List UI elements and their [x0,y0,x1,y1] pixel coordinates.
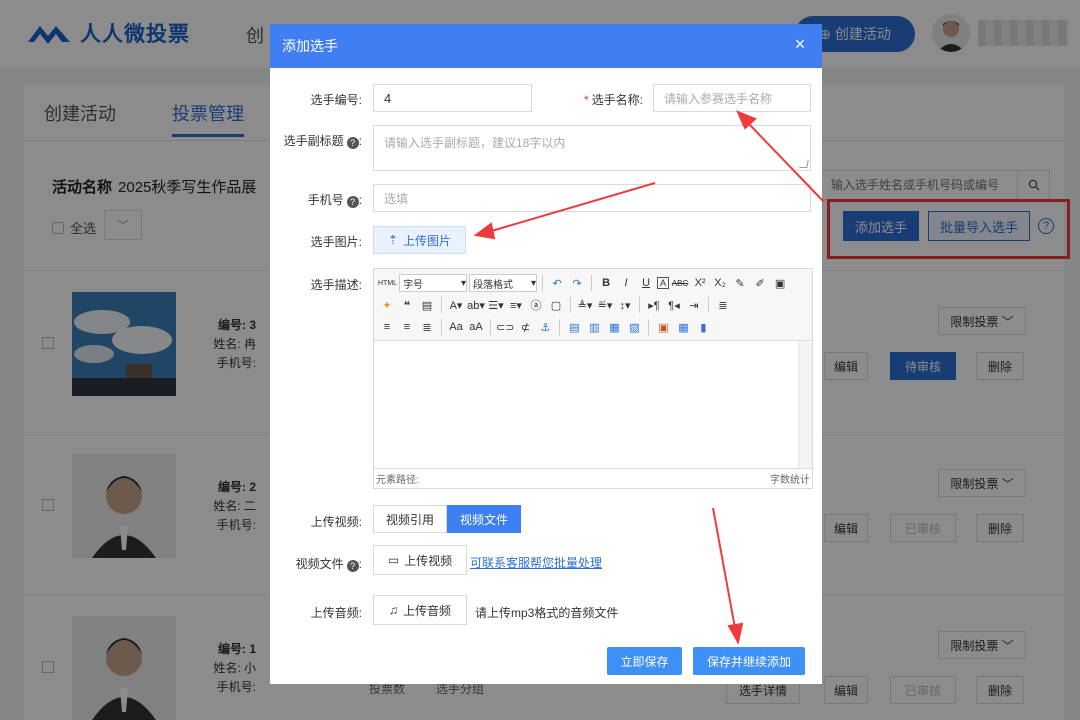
italic-icon[interactable]: I [617,274,635,292]
row-spacing-top-icon[interactable]: ≜▾ [576,296,594,314]
number-label: 选手编号: [310,93,362,107]
modal-title: 添加选手 [282,38,338,54]
strikethrough-icon[interactable]: ABC [671,274,689,292]
redo-icon[interactable]: ↷ [568,274,586,292]
preview-icon[interactable]: ▣ [771,274,789,292]
contact-support-link[interactable]: 可联系客服帮您批量处理 [470,554,602,571]
modal-header: 添加选手 × [270,24,822,68]
subtitle-textarea[interactable]: 请输入选手副标题，建议18字以内 [373,125,811,171]
insert-image-icon[interactable]: ▣ [654,318,672,336]
save-icon[interactable]: ▤ [418,296,436,314]
indent-icon[interactable]: ⇥ [685,296,703,314]
video-camera-icon: ▭ [387,553,400,567]
line-height-icon[interactable]: ↕▾ [616,296,634,314]
font-size-select[interactable]: 字号 ▾ [399,274,468,292]
justify-icon[interactable]: ≣ [418,318,436,336]
bold-icon[interactable]: B [597,274,615,292]
anchor-icon[interactable]: ⚓ [536,318,554,336]
description-label: 选手描述: [310,278,362,292]
element-path: 元素路径: [376,475,419,486]
paragraph-format-select[interactable]: 段落格式 ▾ [469,274,538,292]
name-label: * 选手名称: [583,93,643,107]
underline-icon[interactable]: U [637,274,655,292]
video-file-tab[interactable]: 视频文件 [447,505,522,533]
audio-hint: 请上传mp3格式的音频文件 [475,606,619,620]
number-input[interactable]: 4 [373,84,532,112]
image-right-icon[interactable]: ▥ [585,318,603,336]
magic-icon[interactable]: ✦ [378,296,396,314]
audio-label: 上传音频: [310,606,362,620]
save-now-button[interactable]: 立即保存 [607,647,682,675]
unlink-icon[interactable]: ⊄ [516,318,534,336]
question-icon[interactable]: ? [346,196,359,208]
word-count: 字数统计 [770,475,810,486]
video-label: 上传视频: [310,515,362,529]
undo-icon[interactable]: ↶ [548,274,566,292]
font-color-icon[interactable]: A▾ [447,296,465,314]
row-spacing-bottom-icon[interactable]: ≝▾ [596,296,614,314]
save-continue-button[interactable]: 保存并继续添加 [693,647,805,675]
subscript-icon[interactable]: X₂ [711,274,729,292]
image-label: 选手图片: [310,235,362,249]
name-input[interactable]: 请输入参赛选手名称 [653,84,811,112]
unordered-list-icon[interactable]: ≡▾ [507,296,525,314]
upload-audio-button[interactable]: ♫ 上传音频 [373,595,467,625]
upload-arrow-icon: ⇡ [387,233,399,247]
subtitle-label: 选手副标题?: [283,134,362,149]
image-center-icon[interactable]: ▧ [625,318,643,336]
format-brush-icon[interactable]: ✐ [751,274,769,292]
video-reference-tab[interactable]: 视频引用 [373,505,448,533]
font-border-icon[interactable]: A [657,277,670,289]
ordered-list-icon[interactable]: ☰▾ [487,296,505,314]
align-right-icon[interactable]: ≡ [398,318,416,336]
background-color-icon[interactable]: ab▾ [467,296,485,314]
question-icon[interactable]: ? [346,560,359,572]
eraser-icon[interactable]: ✎ [731,274,749,292]
editor-footer: 元素路径: 字数统计 [374,468,812,488]
close-icon[interactable]: × [792,35,808,53]
phone-label: 手机号?: [307,193,362,208]
align-left-icon[interactable]: ≣ [714,296,732,314]
image-none-icon[interactable]: ▦ [605,318,623,336]
uppercase-icon[interactable]: Aa [447,318,465,336]
rich-text-editor: HTML 字号 ▾ 段落格式 ▾ ↶ ↷ B I U A ABC X² X₂ ✎ ✐… [373,268,813,489]
video-source-toggle: 视频引用 视频文件 [373,505,522,533]
phone-input[interactable]: 选填 [373,184,811,212]
editor-scrollbar[interactable] [798,341,812,468]
superscript-icon[interactable]: X² [691,274,709,292]
clear-doc-icon[interactable]: ▢ [547,296,565,314]
resize-handle-icon[interactable] [799,160,809,168]
editor-toolbar: HTML 字号 ▾ 段落格式 ▾ ↶ ↷ B I U A ABC X² X₂ ✎ ✐… [374,269,812,341]
insert-table-icon[interactable]: ▦ [674,318,692,336]
image-left-icon[interactable]: ▤ [565,318,583,336]
upload-video-button[interactable]: ▭ 上传视频 [373,545,467,575]
upload-image-button[interactable]: ⇡ 上传图片 [373,226,466,254]
html-source-icon[interactable]: HTML [378,274,397,292]
insert-video-icon[interactable]: ▮ [694,318,712,336]
video-file-label: 视频文件?: [295,557,362,572]
lowercase-icon[interactable]: aA [467,318,485,336]
question-icon[interactable]: ? [346,137,359,149]
align-center-icon[interactable]: ≡ [378,318,396,336]
rtl-icon[interactable]: ¶◂ [665,296,683,314]
headphones-icon: ♫ [388,603,398,617]
editor-body[interactable] [374,341,812,468]
quote-icon[interactable]: ❝ [398,296,416,314]
ltr-icon[interactable]: ▸¶ [645,296,663,314]
select-all-icon[interactable]: ⓐ [527,296,545,314]
link-icon[interactable]: ⊂⊃ [496,318,514,336]
